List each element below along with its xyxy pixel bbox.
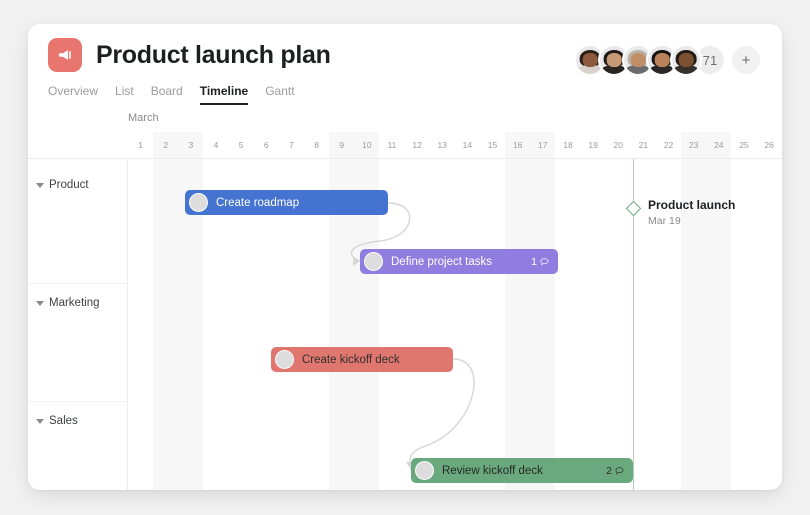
grid-column — [505, 159, 531, 490]
section-group-product[interactable]: Product — [36, 179, 89, 191]
day-header-cell: 20 — [613, 140, 623, 150]
milestone-date: Mar 19 — [648, 215, 681, 227]
card-header: Product launch plan Overview List Board Tim… — [28, 24, 782, 106]
grid-column — [430, 159, 455, 490]
day-header-cell: 21 — [638, 140, 649, 150]
chevron-down-icon[interactable] — [36, 182, 44, 188]
day-header-cell: 14 — [462, 140, 473, 150]
comment-count-value: 1 — [531, 255, 537, 268]
day-header-cell: 8 — [314, 140, 319, 150]
comment-count-value: 2 — [606, 464, 612, 477]
comment-bubble-icon — [615, 466, 624, 475]
view-tabs: Overview List Board Timeline Gantt — [48, 81, 295, 105]
day-header-cell: 24 — [706, 132, 732, 158]
section-divider — [28, 401, 127, 402]
day-header-cell: 1 — [138, 140, 143, 150]
avatar[interactable] — [670, 44, 702, 76]
page-title: Product launch plan — [96, 40, 331, 69]
section-group-sales[interactable]: Sales — [36, 415, 78, 427]
milestone-title: Product launch — [648, 198, 736, 212]
day-header-cell: 4 — [213, 140, 219, 150]
chevron-down-icon[interactable] — [36, 300, 44, 306]
grid-column — [405, 159, 430, 490]
day-header-cell: 22 — [663, 140, 674, 150]
section-group-marketing[interactable]: Marketing — [36, 297, 100, 309]
day-header-cell: 13 — [437, 140, 447, 150]
task-name: Create roadmap — [216, 196, 300, 209]
day-header-cell: 5 — [238, 140, 244, 150]
tab-overview[interactable]: Overview — [48, 84, 98, 105]
day-header-cell: 15 — [487, 140, 498, 150]
section-label: Marketing — [49, 297, 100, 309]
section-label: Sales — [49, 415, 78, 427]
tab-gantt[interactable]: Gantt — [265, 84, 294, 105]
task-assignee-avatar[interactable] — [364, 252, 383, 271]
grid-column — [153, 159, 179, 490]
task-comment-count[interactable]: 2 — [606, 465, 624, 477]
day-header-cell: 6 — [263, 140, 269, 150]
day-header-cell: 17 — [530, 132, 556, 158]
task-name: Create kickoff deck — [302, 353, 400, 366]
timeline-body: Product Marketing Sales Create roadmap Defi… — [28, 159, 782, 490]
task-assignee-avatar[interactable] — [275, 350, 294, 369]
day-header-cell: 9 — [329, 132, 355, 158]
day-number-strip: 1 2 3 4 5 6 7 8 9 10 11 12 13 14 15 16 17 18 19 20 21 22 23 24 2… — [128, 132, 782, 158]
tab-list[interactable]: List — [115, 84, 134, 105]
group-sidebar: Product Marketing Sales — [28, 159, 128, 490]
day-header-cell: 25 — [739, 140, 749, 150]
grid-column — [555, 159, 580, 490]
tab-board[interactable]: Board — [151, 84, 183, 105]
megaphone-icon — [48, 38, 82, 72]
grid-column — [455, 159, 480, 490]
task-bar[interactable]: Create roadmap — [185, 190, 388, 215]
task-assignee-avatar[interactable] — [189, 193, 208, 212]
day-header-cell: 3 — [178, 132, 204, 158]
day-header-cell: 19 — [588, 140, 598, 150]
task-assignee-avatar[interactable] — [415, 461, 434, 480]
day-header-cell: 18 — [563, 140, 573, 150]
title-row: Product launch plan — [48, 38, 331, 72]
day-header-cell: 16 — [505, 132, 531, 158]
grid-column — [581, 159, 606, 490]
task-comment-count[interactable]: 1 — [531, 256, 549, 268]
chevron-down-icon[interactable] — [36, 418, 44, 424]
task-bar[interactable]: Review kickoff deck 2 — [411, 458, 633, 483]
timeline-date-header: March 1 2 3 4 5 6 7 8 9 10 11 12 13 14 15 16 17 18 19 20 21 2… — [28, 106, 782, 159]
grid-column — [757, 159, 782, 490]
grid-column — [480, 159, 505, 490]
tab-timeline[interactable]: Timeline — [199, 84, 249, 105]
section-label: Product — [49, 179, 89, 191]
day-header-cell: 26 — [764, 140, 774, 150]
day-header-cell: 2 — [153, 132, 179, 158]
month-label: March — [128, 112, 159, 124]
day-header-cell: 10 — [354, 132, 380, 158]
member-avatar-group: 71 + — [574, 44, 762, 76]
task-bar[interactable]: Define project tasks 1 — [360, 249, 558, 274]
grid-column — [530, 159, 556, 490]
project-card: Product launch plan Overview List Board Tim… — [28, 24, 782, 490]
add-member-button[interactable]: + — [730, 44, 762, 76]
day-header-cell: 12 — [412, 140, 422, 150]
day-header-cell: 23 — [681, 132, 707, 158]
section-divider — [28, 283, 127, 284]
day-header-cell: 11 — [387, 140, 397, 150]
comment-bubble-icon — [540, 257, 549, 266]
day-header-cell: 7 — [289, 140, 294, 150]
task-name: Define project tasks — [391, 255, 492, 268]
task-name: Review kickoff deck — [442, 464, 543, 477]
grid-column — [128, 159, 153, 490]
task-bar[interactable]: Create kickoff deck — [271, 347, 453, 372]
